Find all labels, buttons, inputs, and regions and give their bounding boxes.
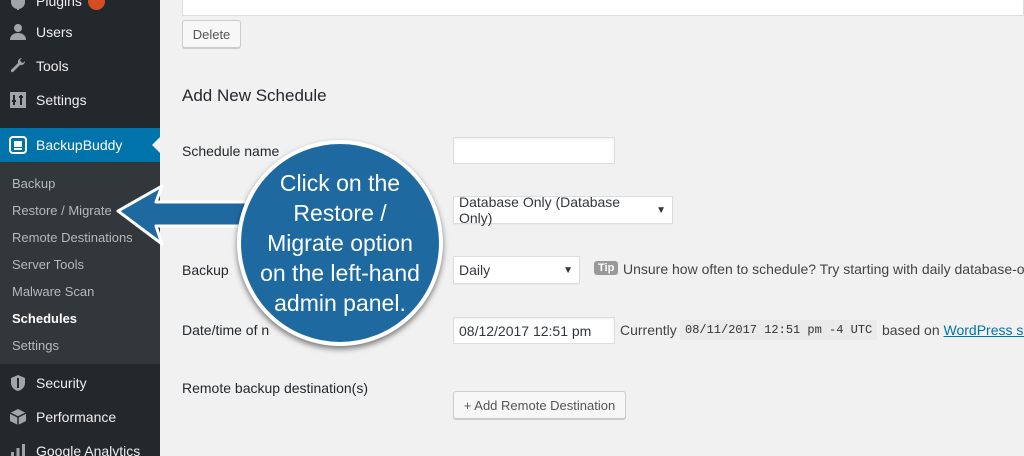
chevron-down-icon: ▼ bbox=[656, 204, 666, 216]
sidebar-item-tools[interactable]: Tools bbox=[0, 49, 160, 83]
based-on-label: based on bbox=[882, 322, 940, 338]
based-on-text: based on WordPress se bbox=[882, 322, 1024, 338]
backup-type-label: Backup bbox=[182, 201, 229, 217]
sidebar-item-label: Users bbox=[36, 24, 73, 40]
interval-select[interactable]: Daily ▼ bbox=[453, 256, 580, 284]
sidebar-item-performance[interactable]: Performance bbox=[0, 400, 160, 434]
sidebar-item-label: Security bbox=[36, 375, 87, 391]
shield-icon bbox=[0, 374, 36, 392]
submenu-item-server-tools[interactable]: Server Tools bbox=[12, 257, 84, 272]
update-badge bbox=[87, 0, 105, 10]
submenu-item-remote-destinations[interactable]: Remote Destinations bbox=[12, 230, 133, 245]
sidebar-item-users[interactable]: Users bbox=[0, 15, 160, 49]
chevron-down-icon: ▼ bbox=[563, 264, 573, 276]
schedule-name-input[interactable] bbox=[453, 137, 615, 164]
submenu-item-malware-scan[interactable]: Malware Scan bbox=[12, 284, 94, 299]
sidebar-item-security[interactable]: Security bbox=[0, 366, 160, 400]
sidebar-item-google-analytics[interactable]: Google Analytics bbox=[0, 434, 160, 456]
sidebar-item-settings[interactable]: Settings bbox=[0, 83, 160, 117]
wrench-icon bbox=[0, 57, 36, 75]
user-icon bbox=[0, 23, 36, 41]
submenu-item-settings[interactable]: Settings bbox=[12, 338, 59, 353]
backup-type-select[interactable]: Database Only (Database Only) ▼ bbox=[453, 194, 673, 226]
sidebar-item-label: Settings bbox=[36, 92, 87, 108]
tip-text: Unsure how often to schedule? Try starti… bbox=[623, 261, 1024, 277]
datetime-label: Date/time of n bbox=[182, 322, 270, 338]
submenu-item-schedules[interactable]: Schedules bbox=[12, 311, 77, 326]
submenu-item-restore-migrate[interactable]: Restore / Migrate bbox=[12, 203, 112, 218]
schedule-name-label: Schedule name bbox=[182, 143, 280, 159]
plugin-icon bbox=[0, 0, 36, 10]
sidebar-item-label: Tools bbox=[36, 58, 69, 74]
sidebar-item-label: Performance bbox=[36, 409, 117, 425]
page-title: Add New Schedule bbox=[182, 86, 327, 105]
backup-type-value: Database Only (Database Only) bbox=[459, 194, 621, 226]
settings-icon bbox=[0, 91, 36, 109]
backupbuddy-icon bbox=[0, 136, 36, 154]
current-time: 08/11/2017 12:51 pm -4 UTC bbox=[680, 320, 878, 340]
delete-button[interactable]: Delete bbox=[182, 20, 241, 48]
analytics-icon bbox=[0, 442, 36, 456]
backupbuddy-submenu: Backup Restore / Migrate Remote Destinat… bbox=[0, 162, 160, 364]
add-remote-destination-button[interactable]: + Add Remote Destination bbox=[453, 391, 626, 419]
main-content: Delete Add New Schedule Schedule name Ba… bbox=[160, 0, 1024, 456]
schedule-list-panel bbox=[182, 0, 1024, 16]
sidebar-item-label: Plugins bbox=[36, 0, 82, 9]
admin-sidebar: Plugins Users Tools Settings BackupBuddy… bbox=[0, 0, 160, 456]
tip-badge: Tip bbox=[594, 261, 619, 275]
wordpress-settings-link[interactable]: WordPress se bbox=[944, 322, 1024, 338]
sidebar-item-backupbuddy[interactable]: BackupBuddy bbox=[0, 128, 160, 162]
datetime-value: 08/12/2017 12:51 pm bbox=[459, 322, 592, 339]
datetime-input[interactable]: 08/12/2017 12:51 pm bbox=[453, 317, 615, 344]
sidebar-item-label: BackupBuddy bbox=[36, 137, 123, 153]
backup-interval-label: Backup bbox=[182, 262, 229, 278]
currently-label: Currently bbox=[620, 322, 677, 338]
submenu-item-backup[interactable]: Backup bbox=[12, 176, 55, 191]
remote-destination-label: Remote backup destination(s) bbox=[182, 380, 368, 396]
interval-value: Daily bbox=[459, 262, 491, 278]
cube-icon bbox=[0, 408, 36, 426]
sidebar-item-label: Google Analytics bbox=[36, 443, 141, 456]
